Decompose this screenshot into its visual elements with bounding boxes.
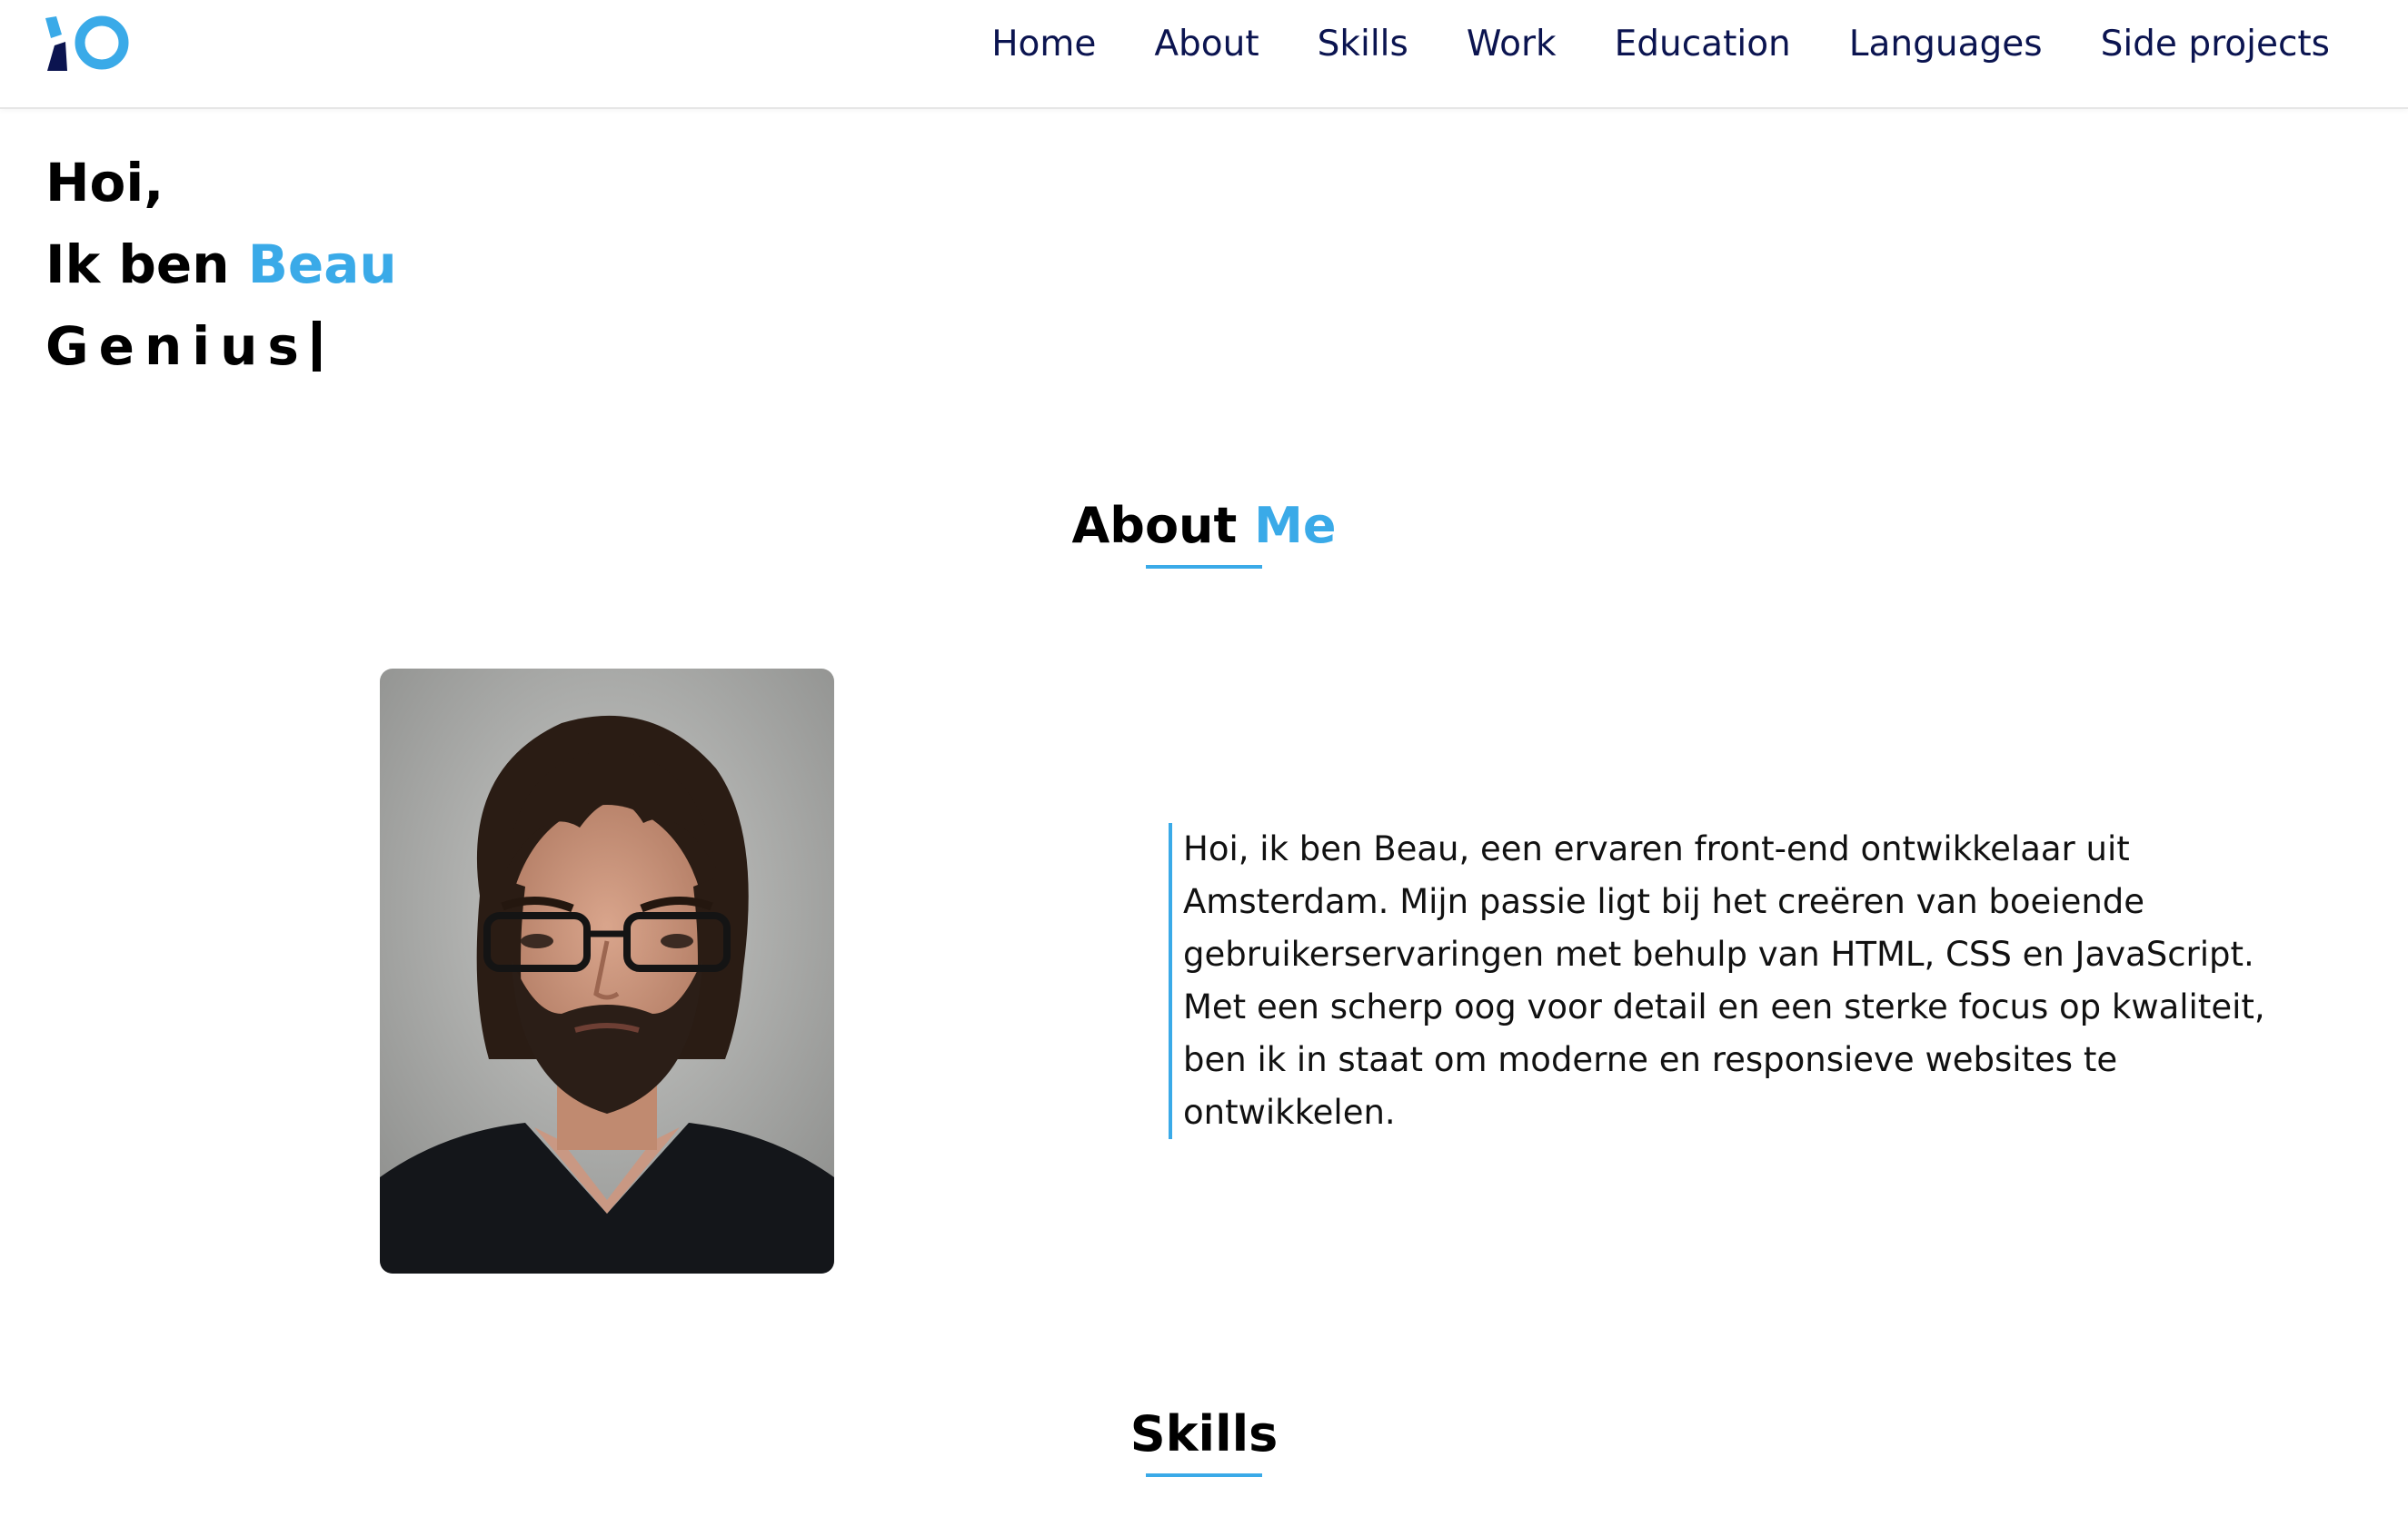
typing-caret bbox=[312, 321, 321, 372]
about-description: Hoi, ik ben Beau, een ervaren front-end … bbox=[1169, 823, 2319, 1139]
site-header: Home About Skills Work Education Languag… bbox=[0, 0, 2408, 109]
nav-about[interactable]: About bbox=[1154, 24, 1259, 64]
nav-education[interactable]: Education bbox=[1615, 24, 1791, 64]
skills-heading: Skills bbox=[0, 1404, 2408, 1477]
nav-side-projects[interactable]: Side projects bbox=[2101, 24, 2330, 64]
portrait-image bbox=[380, 669, 834, 1274]
hero-typed-line: Genius bbox=[45, 305, 397, 387]
nav-work[interactable]: Work bbox=[1467, 24, 1557, 64]
hero-intro-prefix: Ik ben bbox=[45, 233, 230, 295]
hero-greeting: Hoi, bbox=[45, 152, 164, 213]
about-heading: About Me bbox=[0, 496, 2408, 569]
hero-typed-word: Genius bbox=[45, 315, 309, 377]
nav-languages[interactable]: Languages bbox=[1849, 24, 2043, 64]
about-title: About Me bbox=[0, 496, 2408, 556]
nav-skills[interactable]: Skills bbox=[1318, 24, 1408, 64]
about-title-underline bbox=[1146, 565, 1262, 569]
skills-title: Skills bbox=[1129, 1405, 1279, 1463]
profile-photo bbox=[380, 669, 834, 1274]
hero-intro: Ik ben Beau bbox=[45, 223, 397, 305]
skills-title-underline bbox=[1146, 1473, 1262, 1477]
hero-section: Hoi, Ik ben Beau Genius bbox=[45, 142, 397, 387]
main-nav: Home About Skills Work Education Languag… bbox=[991, 24, 2330, 64]
about-title-accent: Me bbox=[1254, 497, 1337, 554]
about-title-main: About bbox=[1071, 497, 1238, 554]
logo[interactable] bbox=[44, 15, 131, 74]
hero-name: Beau bbox=[247, 233, 397, 295]
nav-home[interactable]: Home bbox=[991, 24, 1096, 64]
